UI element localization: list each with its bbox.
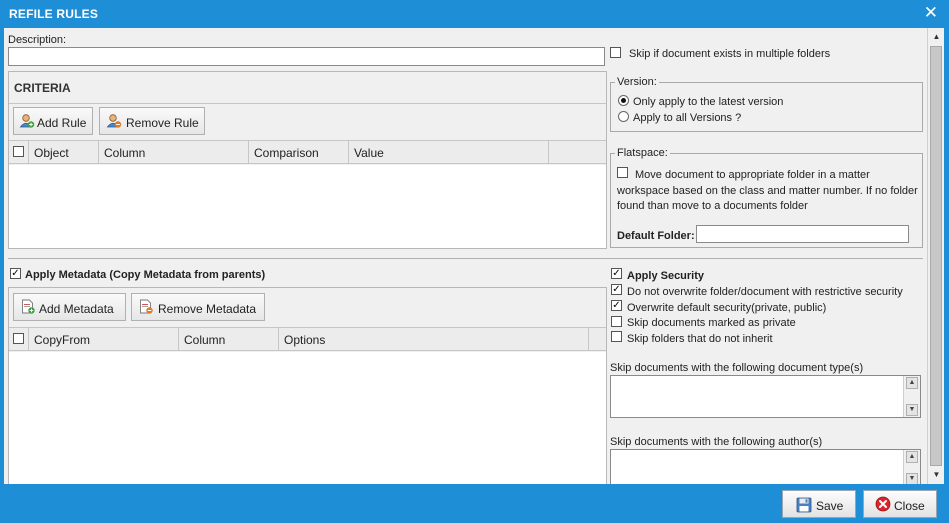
add-rule-button[interactable]: Add Rule	[13, 107, 93, 135]
apply-security-label: Apply Security	[627, 270, 705, 282]
section-divider	[8, 258, 923, 259]
skip-private-label: Skip documents marked as private	[627, 317, 796, 329]
skip-multiple-folders-checkbox[interactable]	[610, 47, 621, 58]
skip-doc-types-textarea[interactable]: ▲ ▼	[610, 375, 921, 418]
doc-types-scrollbar[interactable]: ▲ ▼	[903, 376, 920, 417]
version-all-label: Apply to all Versions ?	[633, 112, 742, 124]
add-document-icon	[22, 299, 35, 314]
skip-doc-types-label: Skip documents with the following docume…	[610, 362, 864, 374]
remove-user-icon	[106, 114, 122, 128]
scroll-up-icon[interactable]: ▲	[929, 29, 944, 45]
default-folder-input[interactable]	[696, 225, 909, 243]
flatspace-move-text-3: found than move to a documents folder	[617, 200, 808, 212]
close-icon[interactable]: ✕	[924, 3, 938, 23]
scroll-up-icon[interactable]: ▲	[906, 451, 918, 463]
metadata-select-all-column	[9, 328, 29, 350]
skip-authors-label: Skip documents with the following author…	[610, 436, 823, 448]
flatspace-legend: Flatspace:	[615, 147, 670, 159]
criteria-select-all-checkbox[interactable]	[13, 146, 24, 157]
flatspace-move-text-1: Move document to appropriate folder in a…	[635, 169, 870, 181]
close-circle-icon	[875, 496, 891, 512]
no-overwrite-restrictive-checkbox[interactable]: ✓	[611, 284, 622, 295]
criteria-grid-body[interactable]	[9, 165, 606, 248]
scroll-down-icon[interactable]: ▼	[906, 404, 918, 416]
skip-not-inherit-checkbox[interactable]	[611, 331, 622, 342]
skip-private-checkbox[interactable]	[611, 316, 622, 327]
remove-document-icon	[140, 299, 153, 314]
overwrite-default-security-label: Overwrite default security(private, publ…	[627, 302, 827, 314]
flatspace-move-text-2: workspace based on the class and matter …	[617, 185, 918, 197]
version-latest-radio[interactable]	[618, 95, 629, 106]
version-group: Version: Only apply to the latest versio…	[610, 76, 923, 132]
column-header-copyfrom[interactable]: CopyFrom	[29, 328, 179, 350]
version-all-radio[interactable]	[618, 111, 629, 122]
skip-not-inherit-label: Skip folders that do not inherit	[627, 333, 773, 345]
column-header-value[interactable]: Value	[349, 141, 549, 163]
remove-metadata-label: Remove Metadata	[158, 302, 257, 316]
window-title: REFILE RULES	[9, 7, 99, 21]
column-header-column[interactable]: Column	[99, 141, 249, 163]
save-button[interactable]: Save	[782, 490, 856, 518]
dialog-footer: Save Close	[0, 484, 949, 523]
description-input[interactable]	[8, 47, 605, 66]
add-metadata-label: Add Metadata	[39, 302, 114, 316]
remove-rule-label: Remove Rule	[126, 116, 199, 130]
column-header-object[interactable]: Object	[29, 141, 99, 163]
criteria-divider	[9, 103, 606, 104]
apply-metadata-label: Apply Metadata (Copy Metadata from paren…	[25, 269, 266, 281]
skip-authors-textarea[interactable]: ▲ ▼	[610, 449, 921, 484]
close-button[interactable]: Close	[863, 490, 937, 518]
floppy-disk-icon	[796, 497, 812, 513]
dialog-scrollbar[interactable]: ▲ ▼	[927, 28, 944, 484]
metadata-grid-body[interactable]	[9, 352, 606, 484]
apply-security-checkbox[interactable]: ✓	[611, 268, 622, 279]
version-legend: Version:	[615, 76, 659, 88]
add-user-icon	[19, 114, 35, 128]
metadata-select-all-checkbox[interactable]	[13, 333, 24, 344]
skip-multiple-folders-label: Skip if document exists in multiple fold…	[629, 48, 831, 60]
add-rule-label: Add Rule	[37, 116, 87, 130]
criteria-grid-header: Object Column Comparison Value	[9, 140, 606, 164]
scroll-down-icon[interactable]: ▼	[906, 473, 918, 484]
close-label: Close	[894, 499, 925, 513]
criteria-select-all-column	[9, 141, 29, 163]
apply-metadata-checkbox[interactable]: ✓	[10, 268, 21, 279]
save-label: Save	[816, 499, 844, 513]
overwrite-default-security-checkbox[interactable]: ✓	[611, 300, 622, 311]
column-header-comparison[interactable]: Comparison	[249, 141, 349, 163]
default-folder-label: Default Folder:	[617, 230, 695, 242]
title-bar: REFILE RULES ✕	[0, 0, 949, 28]
no-overwrite-restrictive-label: Do not overwrite folder/document with re…	[627, 286, 903, 298]
criteria-title: CRITERIA	[14, 81, 71, 95]
authors-scrollbar[interactable]: ▲ ▼	[903, 450, 920, 484]
column-header-metadata-column[interactable]: Column	[179, 328, 279, 350]
description-label: Description:	[8, 34, 67, 46]
criteria-panel: CRITERIA Add Rule Remove Rule Object Col…	[8, 71, 607, 249]
remove-metadata-button[interactable]: Remove Metadata	[131, 293, 265, 321]
version-latest-label: Only apply to the latest version	[633, 96, 784, 108]
scrollbar-thumb[interactable]	[930, 46, 942, 466]
flatspace-move-checkbox[interactable]	[617, 167, 628, 178]
metadata-panel: Add Metadata Remove Metadata CopyFrom Co…	[8, 287, 607, 484]
remove-rule-button[interactable]: Remove Rule	[99, 107, 205, 135]
scroll-down-icon[interactable]: ▼	[929, 467, 944, 483]
dialog-content: Description: CRITERIA Add Rule Remove Ru…	[4, 28, 927, 484]
add-metadata-button[interactable]: Add Metadata	[13, 293, 126, 321]
metadata-grid-header: CopyFrom Column Options	[9, 327, 606, 351]
flatspace-group: Flatspace: Move document to appropriate …	[610, 147, 923, 248]
column-header-options[interactable]: Options	[279, 328, 589, 350]
scroll-up-icon[interactable]: ▲	[906, 377, 918, 389]
